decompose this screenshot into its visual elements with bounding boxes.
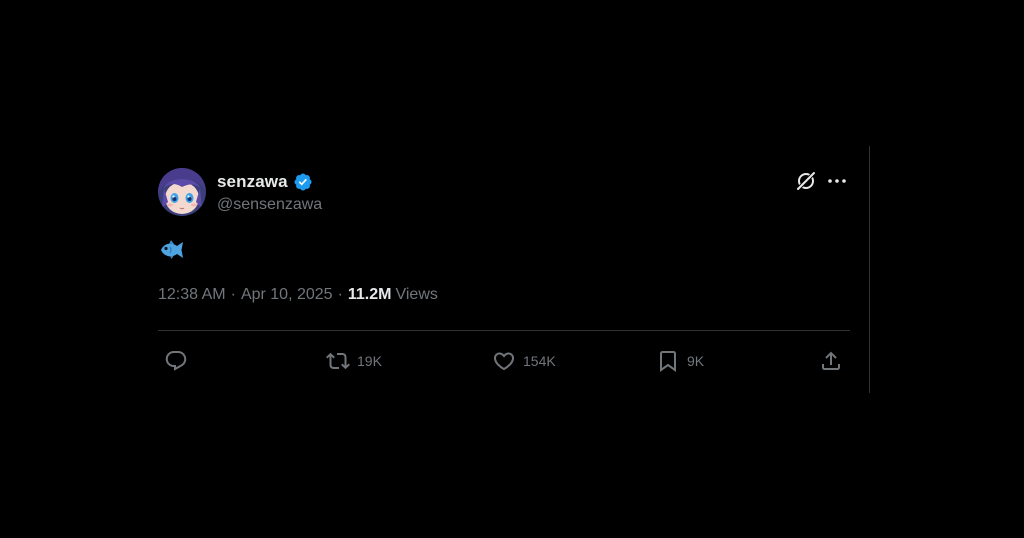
avatar[interactable] [158,168,206,216]
bookmark-count: 9K [687,353,705,369]
display-name[interactable]: senzawa [217,172,288,192]
meta-separator: · [230,286,236,303]
views-count: 11.2M [347,286,392,303]
retweet-icon [326,349,350,373]
retweet-button[interactable]: 19K [326,346,382,376]
tweet-date[interactable]: Apr 10, 2025 [241,286,333,304]
anime-avatar-icon [158,168,206,216]
retweet-count: 19K [357,353,382,369]
reply-icon [164,349,188,373]
column-divider [869,146,870,393]
fish-emoji-icon [158,238,186,262]
divider [158,330,850,331]
verified-badge-icon [293,172,313,192]
views-label: Views [395,286,438,303]
share-icon [819,349,843,373]
tweet-text [158,238,186,262]
reply-button[interactable] [164,346,195,376]
bookmark-icon [656,349,680,373]
tweet-time[interactable]: 12:38 AM [158,286,226,304]
tweet-meta: 12:38 AM · Apr 10, 2025 · 11.2M Views [158,286,438,304]
more-icon[interactable] [826,170,848,192]
grok-icon[interactable] [795,170,817,192]
like-count: 154K [523,353,556,369]
share-button[interactable] [819,346,843,376]
like-button[interactable]: 154K [492,346,556,376]
action-bar: 19K 154K 9K [158,346,850,376]
meta-separator: · [337,286,343,303]
bookmark-button[interactable]: 9K [656,346,704,376]
display-name-row: senzawa [217,171,313,193]
heart-icon [492,349,516,373]
handle[interactable]: @sensenzawa [217,196,322,214]
